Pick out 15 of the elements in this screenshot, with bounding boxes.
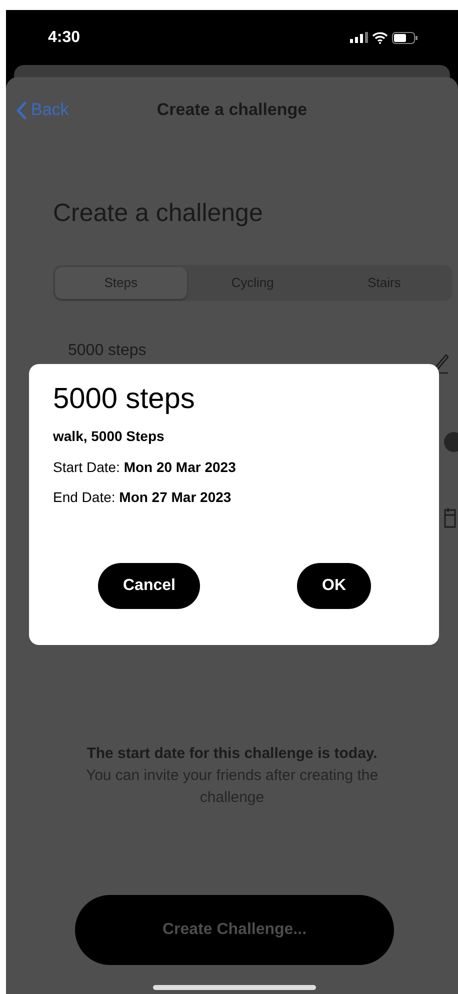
- create-challenge-button[interactable]: Create Challenge...: [75, 895, 394, 965]
- cancel-button[interactable]: Cancel: [98, 562, 200, 609]
- back-button[interactable]: Back: [16, 97, 69, 123]
- wifi-icon: [372, 32, 388, 44]
- date-line: Start Date: Mon 20 Mar 2023: [53, 458, 237, 477]
- dialog-title: 5000 steps: [53, 384, 196, 416]
- battery-icon: [392, 32, 418, 44]
- date-line: End Date: Mon 27 Mar 2023: [53, 488, 232, 507]
- chevron-left-icon: [16, 100, 27, 120]
- calendar-icon[interactable]: [444, 507, 456, 529]
- dialog-summary: walk, 5000 Steps: [53, 426, 166, 446]
- clock-time: 4:30: [48, 28, 80, 48]
- ok-button[interactable]: OK: [297, 562, 371, 609]
- signal-icon: [350, 32, 368, 43]
- circle-icon[interactable]: [444, 432, 458, 452]
